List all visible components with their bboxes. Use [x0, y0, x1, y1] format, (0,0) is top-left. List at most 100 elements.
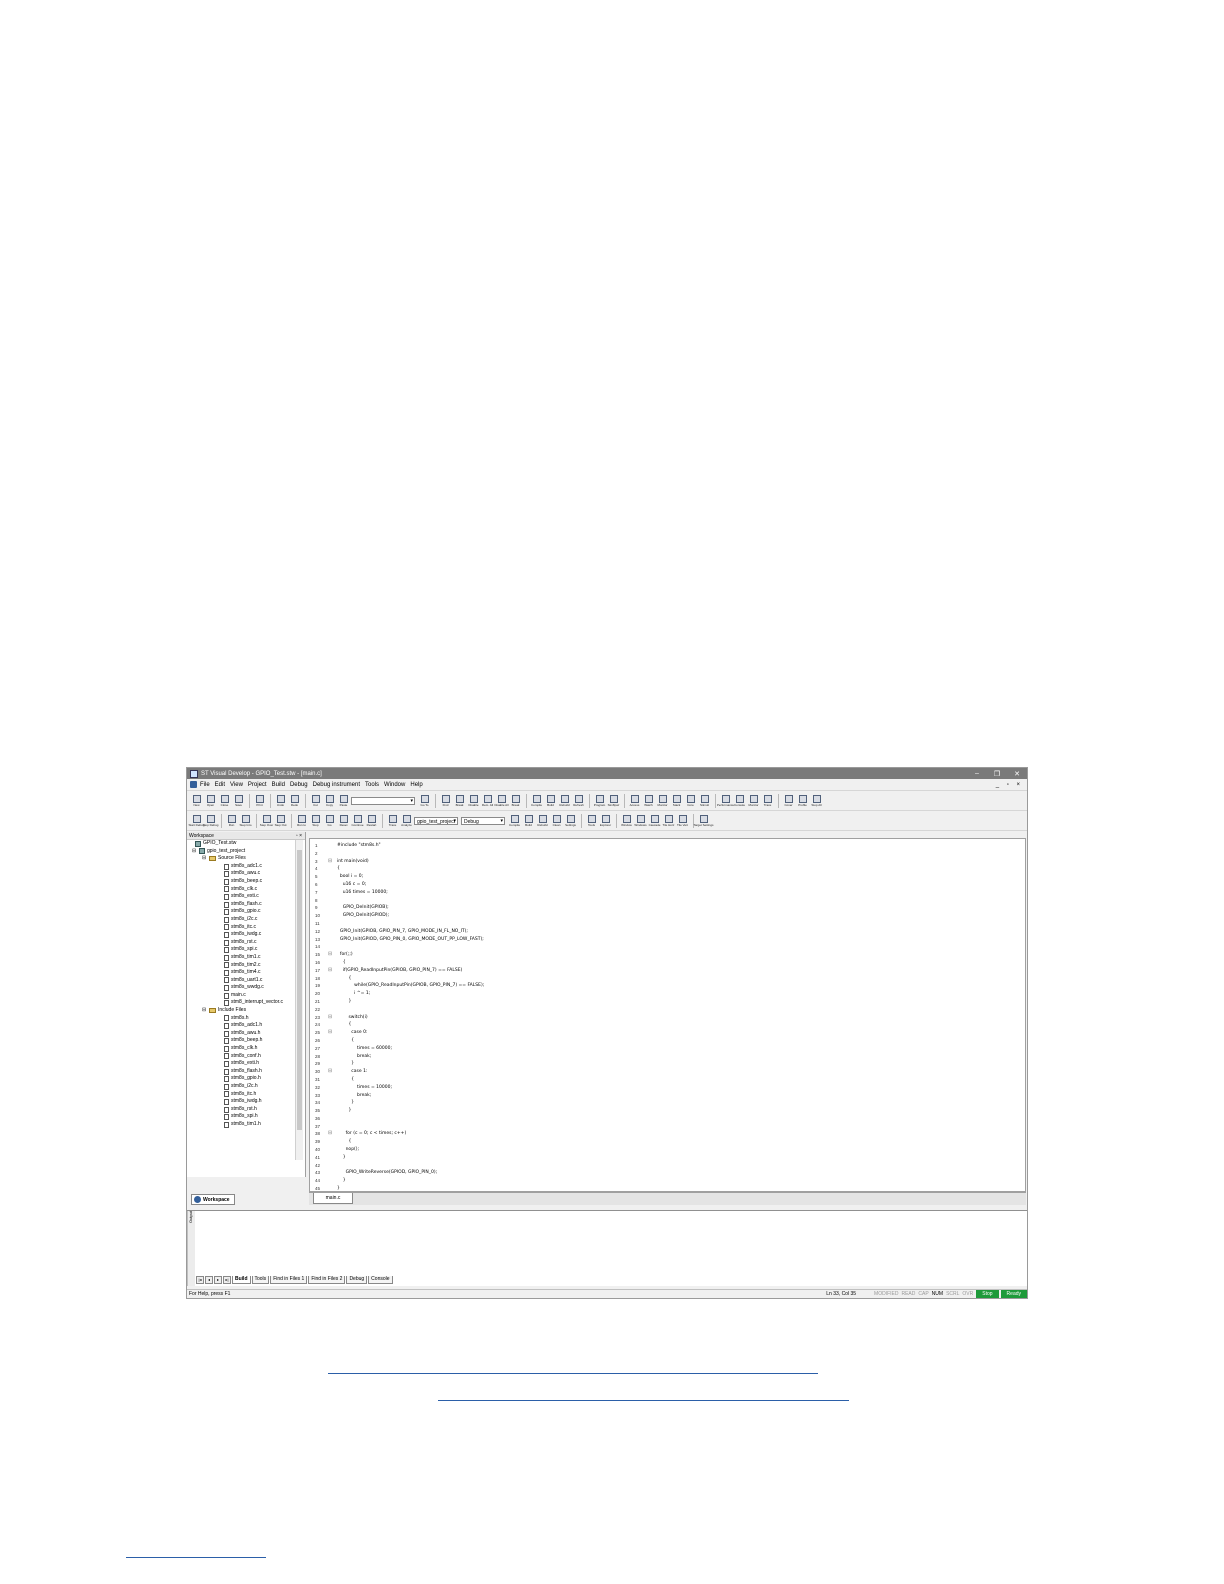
code-line[interactable]: for(;;): [337, 951, 484, 959]
code-line[interactable]: {: [337, 1037, 484, 1045]
toolbar-button-core[interactable]: Core: [684, 794, 697, 807]
toolbar-button-continue[interactable]: Continue: [351, 814, 364, 827]
toolbar-button-stop-debug[interactable]: Stop Debug: [203, 814, 218, 827]
menu-view[interactable]: View: [230, 782, 243, 788]
toolbar-button-print[interactable]: Print: [253, 794, 266, 807]
tree-node[interactable]: stm8s.h: [187, 1015, 293, 1023]
code-line[interactable]: case 0:: [337, 1029, 484, 1037]
code-line[interactable]: }: [337, 1154, 484, 1162]
code-line[interactable]: [337, 1006, 484, 1014]
fold-marker[interactable]: ⊟: [328, 1029, 336, 1037]
tree-node[interactable]: stm8s_gpio.c: [187, 908, 293, 916]
output-tab-find-in-files-1[interactable]: Find in Files 1: [270, 1275, 308, 1284]
toolbar-button-monitor[interactable]: Monitor: [747, 794, 760, 807]
toolbar-button-tile-vert[interactable]: Tile Vert: [676, 814, 689, 827]
tree-node[interactable]: stm8s_exti.h: [187, 1060, 293, 1068]
tree-node[interactable]: stm8s_itc.h: [187, 1091, 293, 1099]
toolbar-button-analyze[interactable]: Analyze: [400, 814, 413, 827]
fold-marker[interactable]: ⊟: [328, 1130, 336, 1138]
output-tab-tools[interactable]: Tools: [251, 1275, 270, 1284]
code-line[interactable]: [337, 920, 484, 928]
tree-node[interactable]: ⊟ Include Files: [187, 1007, 293, 1015]
toolbar-button-cover[interactable]: Cover: [782, 794, 795, 807]
toolbar-button-trace[interactable]: Trace: [761, 794, 774, 807]
tree-node[interactable]: ⊟ Source Files: [187, 855, 293, 863]
hyperlink-underline-3[interactable]: [126, 1557, 266, 1558]
fold-marker[interactable]: ⊟: [328, 951, 336, 959]
toolbar-button-close[interactable]: Close: [218, 794, 231, 807]
toolbar-button-rem-all[interactable]: Rem. All: [481, 794, 494, 807]
code-text[interactable]: #include "stm8s.h" int main(void){ bool i…: [337, 842, 484, 1193]
toolbar-button-compile[interactable]: Compile: [530, 794, 543, 807]
toolbar-button-paste[interactable]: Paste: [337, 794, 350, 807]
configuration-select[interactable]: Debug: [461, 816, 505, 825]
toolbar-button-go[interactable]: Go: [323, 814, 336, 827]
tree-node[interactable]: stm8s_gpio.h: [187, 1075, 293, 1083]
tree-node[interactable]: stm8s_uart1.c: [187, 977, 293, 985]
code-line[interactable]: GPIO_DeInit(GPIOB);: [337, 904, 484, 912]
tree-node[interactable]: stm8s_clk.h: [187, 1045, 293, 1053]
toolbar-button-stop-all[interactable]: Stop All: [810, 794, 823, 807]
toolbar-button-step-out[interactable]: Step Out: [274, 814, 287, 827]
code-line[interactable]: }: [337, 1177, 484, 1185]
menu-window[interactable]: Window: [384, 782, 405, 788]
tree-node[interactable]: stm8s_wwdg.c: [187, 984, 293, 992]
toolbar-button-tile-horz[interactable]: Tile Horz: [662, 814, 675, 827]
toolbar-button-undo[interactable]: Undo: [274, 794, 287, 807]
close-button[interactable]: ✕: [1007, 770, 1027, 778]
tree-toggle[interactable]: ⊟: [192, 848, 197, 856]
fold-marker[interactable]: ⊟: [328, 967, 336, 975]
minimize-button[interactable]: –: [967, 770, 987, 778]
menu-project[interactable]: Project: [248, 782, 267, 788]
code-line[interactable]: }: [337, 998, 484, 1006]
code-line[interactable]: times = 60000;: [337, 1045, 484, 1053]
toolbar-button-stm8pwr[interactable]: Stm8pwr: [607, 794, 620, 807]
toolbar-button-compile[interactable]: Compile: [508, 814, 521, 827]
tree-node[interactable]: stm8s_tim4.c: [187, 969, 293, 977]
toolbar-button-break[interactable]: Break: [453, 794, 466, 807]
code-line[interactable]: if(GPIO_ReadInputPin(GPIOB, GPIO_PIN_7) …: [337, 967, 484, 975]
menu-build[interactable]: Build: [272, 782, 285, 788]
code-line[interactable]: GPIO_Init(GPIOD, GPIO_PIN_0, GPIO_MODE_O…: [337, 936, 484, 944]
code-editor[interactable]: 1 2 3 4 5 6 7 8 9 10 11 12 13 14 15 16 17 18 19 20 21 22 23 24 2…: [309, 838, 1026, 1192]
toolbar-button-step-over[interactable]: Step Over: [260, 814, 273, 827]
tree-toggle[interactable]: ⊟: [202, 1007, 207, 1015]
code-line[interactable]: i ^= 1;: [337, 990, 484, 998]
tree-node[interactable]: stm8s_iwdg.c: [187, 931, 293, 939]
output-nav-button[interactable]: |◂: [196, 1275, 204, 1284]
code-line[interactable]: }: [337, 1060, 484, 1068]
toolbar-button-new[interactable]: New: [190, 794, 203, 807]
code-line[interactable]: {: [337, 865, 484, 873]
menu-debug-instrument[interactable]: Debug instrument: [313, 782, 360, 788]
menu-edit[interactable]: Edit: [215, 782, 225, 788]
code-line[interactable]: break;: [337, 1053, 484, 1061]
code-line[interactable]: [337, 1162, 484, 1170]
tree-node[interactable]: stm8s_spi.h: [187, 1113, 293, 1121]
output-nav-button[interactable]: ▸|: [223, 1275, 231, 1284]
toolbar-button-explorer[interactable]: Explorer: [599, 814, 612, 827]
tree-node[interactable]: stm8s_iwdg.h: [187, 1098, 293, 1106]
toolbar-button-start-debug[interactable]: Start Debug: [189, 814, 205, 827]
tree-node[interactable]: stm8s_awu.c: [187, 870, 293, 878]
project-select[interactable]: gpio_test_project: [414, 816, 458, 825]
tree-node[interactable]: stm8s_flash.c: [187, 901, 293, 909]
toolbar-button-refresh[interactable]: Refresh: [572, 794, 585, 807]
tree-node[interactable]: stm8s_tim1.h: [187, 1121, 293, 1129]
tree-node[interactable]: stm8s_beep.h: [187, 1037, 293, 1045]
code-line[interactable]: }: [337, 1107, 484, 1115]
fold-marker[interactable]: ⊟: [328, 1014, 336, 1022]
code-line[interactable]: times = 10000;: [337, 1084, 484, 1092]
toolbar-button-stack[interactable]: Stack: [670, 794, 683, 807]
toolbar-button-monitor[interactable]: Monitor: [656, 794, 669, 807]
fold-marker[interactable]: ⊟: [328, 1068, 336, 1076]
toolbar-button-tools[interactable]: Tools: [585, 814, 598, 827]
toolbar-button-run-to[interactable]: Run to: [295, 814, 308, 827]
menu-file[interactable]: File: [200, 782, 210, 788]
toolbar-button-watch[interactable]: Watch: [642, 794, 655, 807]
output-tab-find-in-files-2[interactable]: Find in Files 2: [308, 1275, 346, 1284]
code-line[interactable]: int main(void): [337, 858, 484, 866]
code-line[interactable]: }: [337, 1099, 484, 1107]
find-combo[interactable]: [351, 796, 415, 805]
tree-node[interactable]: stm8s_clk.c: [187, 886, 293, 894]
hyperlink-underline-2[interactable]: [438, 1400, 849, 1401]
